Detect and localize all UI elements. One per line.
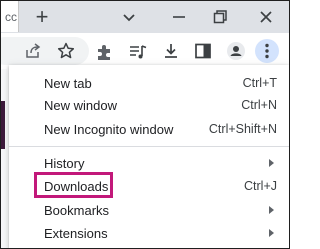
tab-title-fragment: cc — [5, 10, 17, 24]
restore-icon[interactable] — [210, 7, 230, 27]
browser-window: cc + New tab Ctrl+T New window Ctrl+N Ne… — [0, 0, 290, 249]
toolbar — [1, 33, 289, 69]
menu-item-new-window[interactable]: New window Ctrl+N — [9, 93, 289, 119]
submenu-arrow-icon — [269, 206, 274, 214]
menu-item-label: Extensions — [44, 226, 108, 241]
menu-item-label: History — [44, 156, 85, 171]
profile-icon[interactable] — [226, 41, 246, 61]
menu-item-label: New tab — [44, 76, 92, 91]
downloads-highlight-box — [34, 172, 113, 198]
chevron-down-icon[interactable] — [119, 7, 139, 27]
downloads-icon[interactable] — [161, 41, 181, 61]
page-accent-bar — [1, 101, 5, 149]
chrome-main-menu: New tab Ctrl+T New window Ctrl+N New Inc… — [9, 65, 289, 248]
menu-item-label: New window — [44, 98, 117, 113]
media-controls-icon[interactable] — [128, 42, 148, 62]
submenu-arrow-icon — [269, 229, 274, 237]
menu-item-label: Bookmarks — [44, 203, 110, 218]
share-icon[interactable] — [23, 41, 43, 61]
menu-item-shortcut: Ctrl+J — [244, 179, 277, 193]
menu-item-extensions[interactable]: Extensions — [9, 221, 289, 247]
more-menu-icon[interactable] — [255, 39, 279, 63]
tab-strip: cc + — [1, 1, 289, 33]
menu-separator — [9, 146, 289, 147]
bookmark-star-icon[interactable] — [56, 41, 76, 61]
submenu-arrow-icon — [269, 159, 274, 167]
minimize-icon[interactable] — [169, 7, 189, 27]
extensions-icon[interactable] — [95, 42, 115, 62]
menu-item-shortcut: Ctrl+N — [241, 98, 277, 112]
menu-item-new-incognito-window[interactable]: New Incognito window Ctrl+Shift+N — [9, 117, 289, 143]
menu-item-shortcut: Ctrl+Shift+N — [208, 122, 277, 136]
page-content-edge — [1, 69, 7, 248]
menu-item-label: New Incognito window — [44, 122, 174, 137]
side-panel-icon[interactable] — [193, 41, 213, 61]
active-tab[interactable]: cc — [1, 1, 19, 32]
menu-item-shortcut: Ctrl+T — [242, 76, 277, 90]
new-tab-button[interactable]: + — [32, 6, 52, 28]
close-icon[interactable] — [256, 7, 276, 27]
